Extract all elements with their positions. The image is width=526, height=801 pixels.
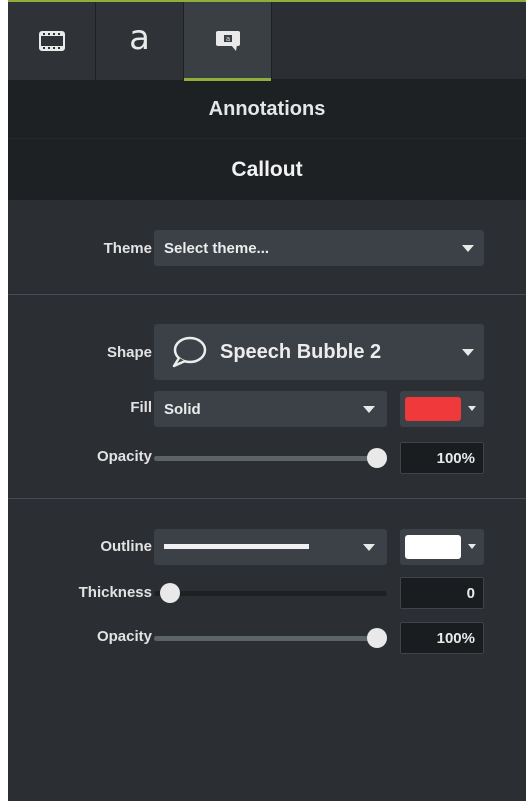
outline-color-button[interactable] (400, 529, 484, 565)
fill-value: Solid (164, 400, 201, 418)
shape-row[interactable]: Shape Speech Bubble 2 (8, 324, 526, 382)
chevron-down-icon (468, 544, 476, 549)
text-tab-label: a (129, 18, 150, 58)
chevron-down-icon (462, 245, 474, 252)
film-strip-icon (38, 31, 65, 51)
fill-color-button[interactable] (400, 391, 484, 427)
tab-media[interactable] (8, 2, 96, 80)
fill-label: Fill (130, 399, 152, 416)
tab-text[interactable]: a (96, 2, 184, 80)
section-title: Annotations (8, 80, 526, 138)
outline-label: Outline (100, 538, 152, 555)
thickness-row: Thickness 0 (8, 577, 526, 611)
theme-label: Theme (103, 240, 152, 257)
shape-label: Shape (106, 344, 152, 361)
outline-opacity-label: Opacity (96, 628, 152, 645)
fill-opacity-slider[interactable] (154, 456, 387, 461)
chevron-down-icon (462, 349, 474, 356)
chevron-down-icon (468, 406, 476, 411)
theme-value: Select theme... (164, 239, 270, 257)
shape-dropdown[interactable]: Speech Bubble 2 (154, 324, 484, 380)
thickness-slider-handle[interactable] (160, 583, 180, 603)
callout-icon: a (215, 31, 240, 51)
chevron-down-icon (363, 406, 375, 413)
tab-bar: a a (8, 2, 526, 81)
solid-line-icon (164, 544, 309, 549)
outline-opacity-slider-handle[interactable] (367, 628, 387, 648)
divider (8, 294, 526, 295)
divider (8, 498, 526, 499)
fill-opacity-row: Opacity 100% (8, 442, 526, 476)
thickness-input[interactable]: 0 (400, 577, 484, 609)
outline-opacity-slider[interactable] (154, 636, 387, 641)
fill-opacity-slider-handle[interactable] (367, 448, 387, 468)
outline-color-swatch (405, 535, 461, 559)
subsection-title: Callout (8, 138, 526, 200)
fill-opacity-slider-fill (154, 456, 387, 461)
theme-dropdown[interactable]: Select theme... (154, 230, 484, 266)
thickness-slider[interactable] (154, 591, 387, 596)
outline-style-dropdown[interactable] (154, 529, 387, 565)
chevron-down-icon (363, 544, 375, 551)
properties-panel: a a Annotations Callout Theme Select the… (8, 0, 526, 801)
fill-color-swatch (405, 397, 461, 421)
fill-opacity-label: Opacity (96, 448, 152, 465)
shape-value: Speech Bubble 2 (220, 340, 382, 363)
outline-opacity-slider-fill (154, 636, 387, 641)
outline-opacity-row: Opacity 100% (8, 622, 526, 656)
outline-row: Outline (8, 529, 526, 567)
svg-text:a: a (225, 35, 229, 43)
outline-opacity-input[interactable]: 100% (400, 622, 484, 654)
fill-type-dropdown[interactable]: Solid (154, 391, 387, 427)
fill-opacity-input[interactable]: 100% (400, 442, 484, 474)
thickness-label: Thickness (78, 584, 152, 601)
fill-row: Fill Solid (8, 391, 526, 429)
theme-row: Theme Select theme... (8, 230, 526, 270)
tab-annotations[interactable]: a (184, 2, 272, 81)
speech-bubble-icon (172, 336, 207, 368)
